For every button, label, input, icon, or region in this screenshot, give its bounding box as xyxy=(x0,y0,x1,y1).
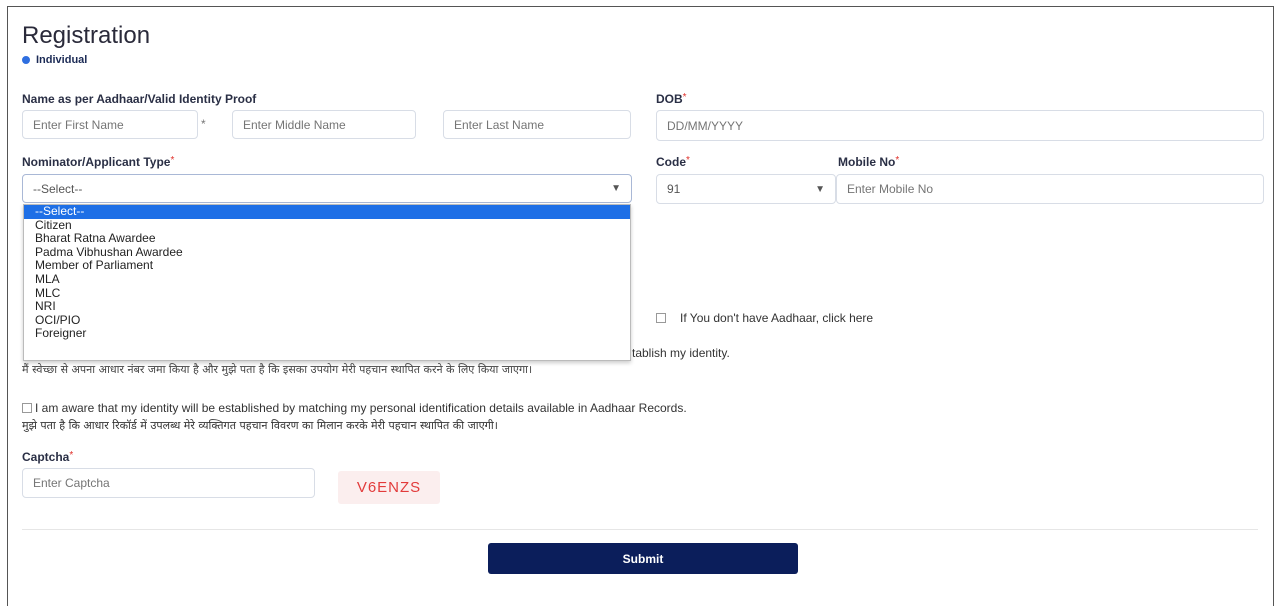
consent2-checkbox[interactable] xyxy=(22,403,32,413)
nominator-label: Nominator/Applicant Type xyxy=(22,155,171,169)
nominator-option[interactable]: Padma Vibhushan Awardee xyxy=(24,245,630,260)
individual-radio[interactable]: Individual xyxy=(22,54,87,66)
mobile-label-wrap: Mobile No* xyxy=(838,155,899,169)
consent2-text: I am aware that my identity will be esta… xyxy=(35,401,687,415)
mobile-label: Mobile No xyxy=(838,155,896,169)
code-required-mark: * xyxy=(686,155,690,166)
dob-label: DOB xyxy=(656,92,683,106)
nominator-option[interactable]: Member of Parliament xyxy=(24,259,630,273)
middle-name-input[interactable] xyxy=(232,110,416,139)
nominator-select[interactable]: --Select-- ▼ xyxy=(22,174,632,203)
first-name-input[interactable] xyxy=(22,110,198,139)
no-aadhaar-link[interactable]: If You don't have Aadhaar, click here xyxy=(680,311,873,325)
nominator-option[interactable]: NRI xyxy=(24,300,630,314)
individual-radio-label: Individual xyxy=(36,54,88,66)
dob-input[interactable] xyxy=(656,110,1264,141)
nominator-label-wrap: Nominator/Applicant Type* xyxy=(22,155,174,169)
no-aadhaar-row[interactable]: If You don't have Aadhaar, click here xyxy=(656,311,873,325)
no-aadhaar-checkbox[interactable] xyxy=(656,313,666,323)
captcha-label-wrap: Captcha* xyxy=(22,450,73,464)
nominator-select-value: --Select-- xyxy=(33,181,83,196)
nominator-option[interactable]: Foreigner xyxy=(24,327,630,341)
captcha-input[interactable] xyxy=(22,468,315,498)
consent1-text-tail: tablish my identity. xyxy=(632,346,730,360)
code-label-wrap: Code* xyxy=(656,155,690,169)
captcha-required-mark: * xyxy=(69,450,74,461)
chevron-down-icon: ▼ xyxy=(815,183,825,195)
name-label: Name as per Aadhaar/Valid Identity Proof xyxy=(22,92,257,106)
chevron-down-icon: ▼ xyxy=(611,183,621,194)
submit-button[interactable]: Submit xyxy=(488,543,798,574)
page-title: Registration xyxy=(22,22,151,49)
nominator-required-mark: * xyxy=(170,155,175,166)
consent2-row[interactable]: I am aware that my identity will be esta… xyxy=(22,401,687,415)
nominator-option[interactable]: MLA xyxy=(24,272,630,287)
first-name-required-star: * xyxy=(201,117,206,131)
mobile-required-mark: * xyxy=(895,155,900,166)
radio-selected-icon xyxy=(22,56,30,64)
captcha-label: Captcha xyxy=(22,450,70,464)
divider xyxy=(22,529,1258,530)
nominator-option[interactable]: Citizen xyxy=(24,218,630,233)
nominator-option[interactable]: OCI/PIO xyxy=(24,313,630,328)
mobile-input[interactable] xyxy=(836,174,1264,204)
nominator-option[interactable]: Bharat Ratna Awardee xyxy=(24,232,630,246)
nominator-option[interactable]: MLC xyxy=(24,286,630,301)
last-name-input[interactable] xyxy=(443,110,631,139)
code-select-value: 91 xyxy=(667,182,681,196)
code-label: Code xyxy=(656,155,686,169)
nominator-dropdown-list[interactable]: --Select-- Citizen Bharat Ratna Awardee … xyxy=(23,204,631,361)
nominator-option[interactable]: --Select-- xyxy=(24,205,630,219)
consent2-hindi-text: मुझे पता है कि आधार रिकॉर्ड में उपलब्ध म… xyxy=(22,419,498,432)
code-select[interactable]: 91 ▼ xyxy=(656,174,836,204)
dob-required-mark: * xyxy=(682,92,687,103)
dob-label-wrap: DOB* xyxy=(656,92,687,106)
consent1-hindi-text: मैं स्वेच्छा से अपना आधार नंबर जमा किया … xyxy=(22,363,533,376)
captcha-image: V6ENZS xyxy=(338,471,440,504)
